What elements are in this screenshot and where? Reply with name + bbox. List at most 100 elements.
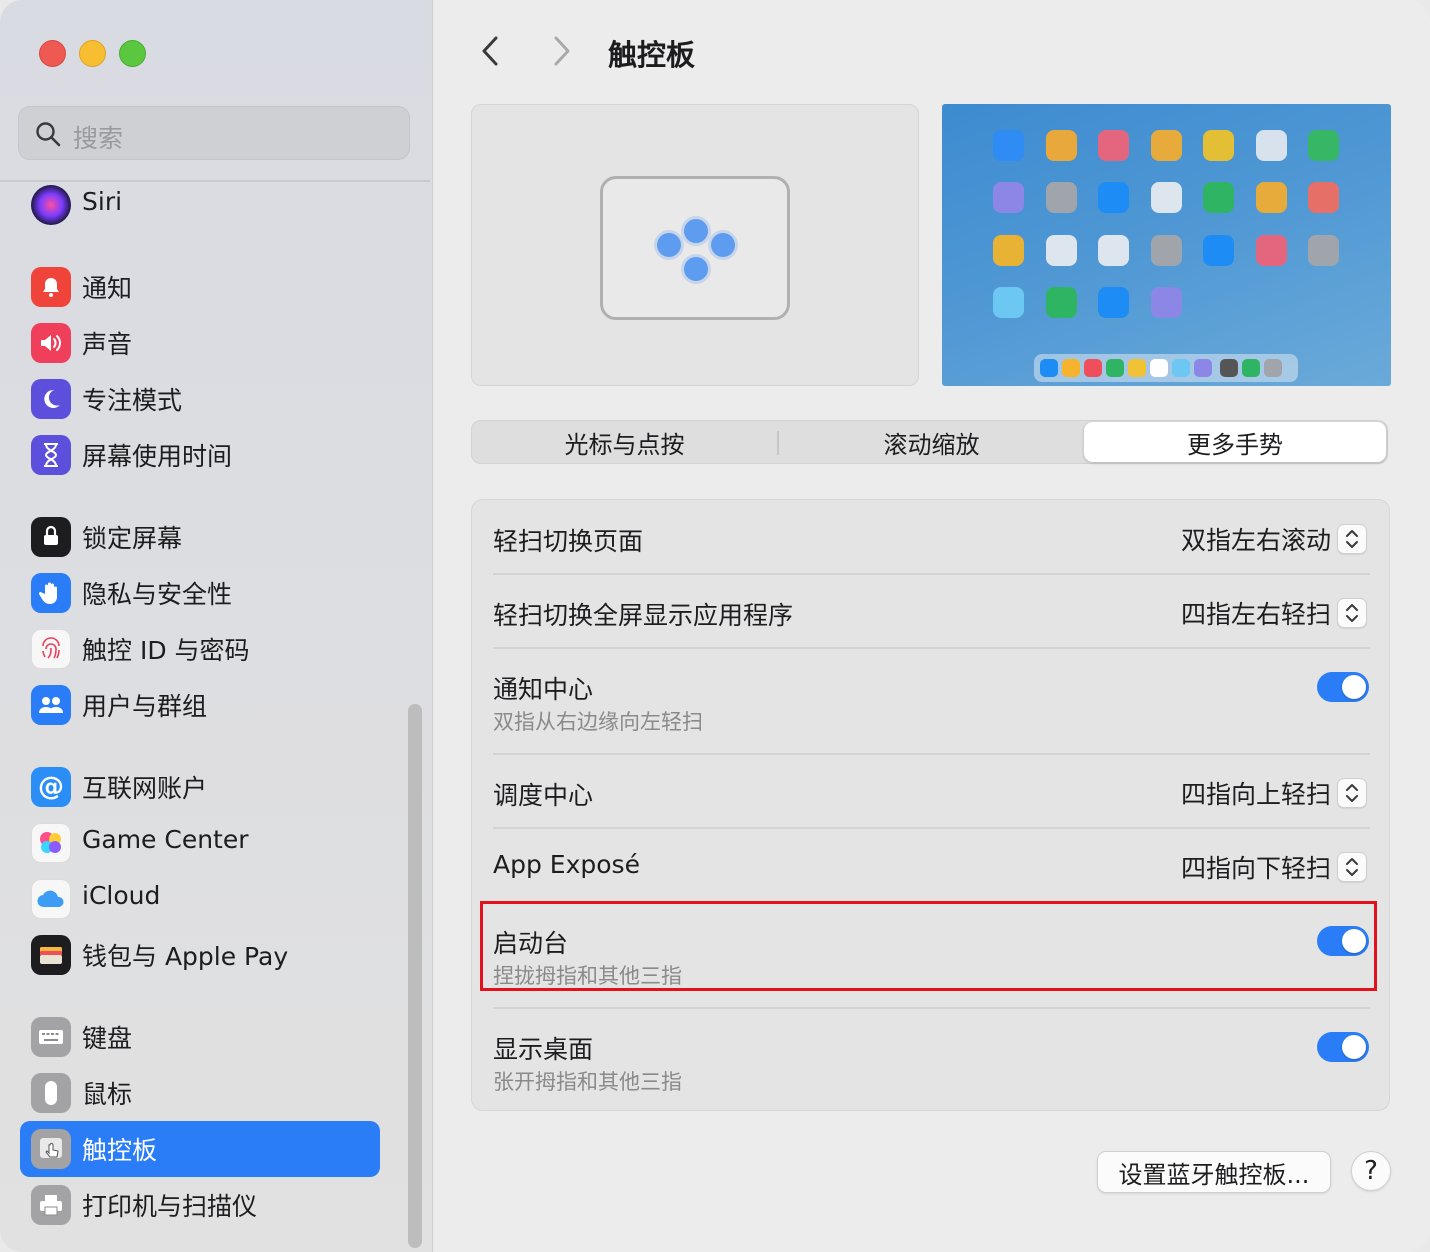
sidebar-item-internet-accounts[interactable]: @ 互联网账户 bbox=[20, 759, 380, 815]
app-icon bbox=[1046, 182, 1077, 213]
at-icon: @ bbox=[31, 767, 71, 807]
search-icon bbox=[36, 122, 61, 147]
sidebar-item-siri[interactable]: Siri bbox=[20, 177, 380, 233]
notification-center-toggle[interactable] bbox=[1317, 672, 1369, 702]
sidebar-item-printers[interactable]: 打印机与扫描仪 bbox=[20, 1177, 380, 1233]
gesture-preview bbox=[471, 104, 919, 386]
hourglass-icon bbox=[31, 435, 71, 475]
setting-title: 显示桌面 bbox=[493, 1035, 594, 1064]
setup-bluetooth-trackpad-button[interactable]: 设置蓝牙触控板... bbox=[1097, 1151, 1331, 1193]
minimize-button[interactable] bbox=[79, 40, 106, 67]
sidebar-item-users[interactable]: 用户与群组 bbox=[20, 677, 380, 733]
app-icon bbox=[993, 287, 1024, 318]
dock-app-icon bbox=[1264, 359, 1282, 377]
toggle-knob bbox=[1342, 675, 1366, 699]
sidebar-scrollbar[interactable] bbox=[408, 704, 422, 1248]
gestures-settings-group: 轻扫切换页面 双指左右滚动 轻扫切换全屏显示应用程序 四指左右轻扫 通知中心 双… bbox=[471, 499, 1390, 1111]
dock-app-icon bbox=[1084, 359, 1102, 377]
chevron-right-icon[interactable] bbox=[546, 34, 576, 68]
setting-title: App Exposé bbox=[493, 850, 640, 879]
fingerprint-icon bbox=[31, 629, 71, 669]
app-icon bbox=[1046, 130, 1077, 161]
wallet-icon bbox=[31, 935, 71, 975]
app-icon bbox=[993, 235, 1024, 266]
popup-value: 四指向上轻扫 bbox=[1180, 780, 1331, 809]
sidebar-item-label: 屏幕使用时间 bbox=[82, 442, 233, 471]
hand-icon bbox=[31, 573, 71, 613]
moon-icon bbox=[31, 379, 71, 419]
tab-point-click[interactable]: 光标与点按 bbox=[472, 421, 777, 463]
sidebar-item-label: 打印机与扫描仪 bbox=[82, 1192, 258, 1221]
dock-app-icon bbox=[1194, 359, 1212, 377]
sidebar-item-focus[interactable]: 专注模式 bbox=[20, 371, 380, 427]
app-icon bbox=[1203, 130, 1234, 161]
chevron-updown-icon bbox=[1337, 524, 1367, 554]
dock-app-icon bbox=[1128, 359, 1146, 377]
app-icon bbox=[993, 130, 1024, 161]
swipe-fullscreen-popup[interactable]: 四指左右轻扫 bbox=[1181, 595, 1367, 631]
app-icon bbox=[1308, 182, 1339, 213]
chevron-updown-icon bbox=[1337, 778, 1367, 808]
show-desktop-toggle[interactable] bbox=[1317, 1032, 1369, 1062]
sidebar-item-privacy[interactable]: 隐私与安全性 bbox=[20, 565, 380, 621]
app-icon bbox=[1203, 182, 1234, 213]
sidebar-item-keyboard[interactable]: 键盘 bbox=[20, 1009, 380, 1065]
close-button[interactable] bbox=[39, 40, 66, 67]
setting-title: 轻扫切换全屏显示应用程序 bbox=[493, 601, 794, 630]
sidebar-item-mouse[interactable]: 鼠标 bbox=[20, 1065, 380, 1121]
sidebar-item-label: 键盘 bbox=[82, 1024, 133, 1053]
main-content: 触控板 光标与点按 滚动缩放 更多手势 轻扫切换页面 双指左右滚动 轻扫切换全屏… bbox=[433, 0, 1430, 1252]
printer-icon bbox=[31, 1185, 71, 1225]
chevron-left-icon[interactable] bbox=[476, 34, 506, 68]
sidebar-item-label: 专注模式 bbox=[82, 386, 183, 415]
sidebar-item-icloud[interactable]: iCloud bbox=[20, 871, 380, 927]
lock-icon bbox=[31, 517, 71, 557]
app-expose-popup[interactable]: 四指向下轻扫 bbox=[1181, 849, 1367, 885]
sidebar-item-touch-id[interactable]: 触控 ID 与密码 bbox=[20, 621, 380, 677]
dock-app-icon bbox=[1062, 359, 1080, 377]
sidebar-item-label: 声音 bbox=[82, 330, 133, 359]
help-button[interactable]: ? bbox=[1351, 1151, 1391, 1191]
sidebar-item-label: 钱包与 Apple Pay bbox=[82, 942, 289, 971]
setting-title: 轻扫切换页面 bbox=[493, 527, 644, 556]
setting-subtitle: 张开拇指和其他三指 bbox=[493, 1070, 682, 1094]
toggle-knob bbox=[1342, 1035, 1366, 1059]
tab-more-gestures[interactable]: 更多手势 bbox=[1084, 422, 1386, 462]
sidebar-item-label: 锁定屏幕 bbox=[82, 524, 183, 553]
sidebar-item-game-center[interactable]: Game Center bbox=[20, 815, 380, 871]
search-field[interactable]: 搜索 bbox=[18, 106, 410, 160]
app-icon bbox=[1203, 235, 1234, 266]
setting-title: 通知中心 bbox=[493, 675, 594, 704]
cloud-icon bbox=[31, 879, 71, 919]
tab-bar: 光标与点按 滚动缩放 更多手势 bbox=[471, 420, 1388, 464]
app-icon bbox=[1256, 235, 1287, 266]
tab-scroll-zoom[interactable]: 滚动缩放 bbox=[779, 421, 1084, 463]
dock-app-icon bbox=[1150, 359, 1168, 377]
app-icon bbox=[1151, 130, 1182, 161]
sidebar-item-label: iCloud bbox=[82, 881, 161, 910]
app-icon bbox=[1046, 235, 1077, 266]
dock-app-icon bbox=[1220, 359, 1238, 377]
app-icon bbox=[1256, 130, 1287, 161]
sidebar-item-label: 隐私与安全性 bbox=[82, 580, 233, 609]
app-icon bbox=[1098, 130, 1129, 161]
sidebar: 搜索 Siri 通知 声音 专注模式 屏幕使用时间 锁定屏幕 隐私与安全性 触控… bbox=[0, 0, 433, 1252]
setting-row-show-desktop: 显示桌面 张开拇指和其他三指 bbox=[472, 1008, 1389, 1112]
dock-app-icon bbox=[1106, 359, 1124, 377]
zoom-button[interactable] bbox=[119, 40, 146, 67]
speaker-icon bbox=[31, 323, 71, 363]
setting-row-app-expose: App Exposé 四指向下轻扫 bbox=[472, 828, 1389, 902]
sidebar-item-notifications[interactable]: 通知 bbox=[20, 259, 380, 315]
app-icon bbox=[993, 182, 1024, 213]
app-icon bbox=[1151, 182, 1182, 213]
sidebar-item-trackpad[interactable]: 触控板 bbox=[20, 1121, 380, 1177]
swipe-pages-popup[interactable]: 双指左右滚动 bbox=[1181, 521, 1367, 557]
trackpad-icon bbox=[31, 1129, 71, 1169]
mission-control-popup[interactable]: 四指向上轻扫 bbox=[1181, 775, 1367, 811]
sidebar-item-wallet[interactable]: 钱包与 Apple Pay bbox=[20, 927, 380, 983]
sidebar-item-lock-screen[interactable]: 锁定屏幕 bbox=[20, 509, 380, 565]
mouse-icon bbox=[31, 1073, 71, 1113]
sidebar-item-screen-time[interactable]: 屏幕使用时间 bbox=[20, 427, 380, 483]
sidebar-item-label: 触控板 bbox=[82, 1136, 158, 1165]
sidebar-item-sound[interactable]: 声音 bbox=[20, 315, 380, 371]
